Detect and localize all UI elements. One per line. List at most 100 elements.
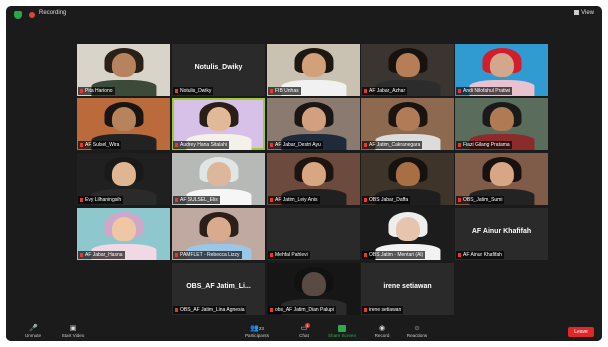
participant-display-name: OBS_AF Jatim_Li...: [186, 283, 251, 290]
participant-name-label: AF Sulsel_Wira: [78, 141, 122, 149]
participant-tile[interactable]: AF Jatim_Cakranegara: [361, 98, 454, 150]
muted-mic-icon: [175, 142, 178, 147]
participant-tile[interactable]: AF Jabar_Hasna: [77, 208, 170, 260]
participant-tile[interactable]: OBS Jabar_Daffa: [361, 153, 454, 205]
participant-name-label: PAMFLET - Rebecca Lizzy: [173, 251, 242, 259]
participant-face: [111, 162, 136, 187]
muted-mic-icon: [270, 252, 273, 257]
participant-name: Fiazi Gilang Pratama: [463, 142, 510, 148]
participant-name-label: Audrey Hana Sitalahi: [173, 141, 229, 149]
participant-name-label: Notulis_Dwiky: [173, 87, 214, 95]
record-icon: ◉: [378, 325, 386, 332]
unmute-label: Unmute: [24, 333, 42, 338]
participant-tile[interactable]: Fiazi Gilang Pratama: [455, 98, 548, 150]
participant-tile[interactable]: AF Ainur Khafifah AF Ainur Khafifah: [455, 208, 548, 260]
participant-face: [301, 107, 326, 132]
muted-mic-icon: [364, 88, 367, 93]
muted-mic-icon: [270, 197, 273, 202]
participant-tile[interactable]: FIB Unhas: [267, 44, 360, 96]
participant-face: [395, 162, 420, 187]
participant-tile[interactable]: OBS_Jatim_Sumi: [455, 153, 548, 205]
participant-tile[interactable]: Mehfal Pahlevi: [267, 208, 360, 260]
muted-mic-icon: [364, 307, 367, 312]
leave-button[interactable]: Leave: [568, 327, 594, 337]
participant-face: [206, 162, 231, 187]
participant-face: [395, 107, 420, 132]
participant-face: [395, 217, 420, 242]
participant-name: OBS_AF Jatim_Lina Agnesia: [180, 307, 245, 313]
participant-tile[interactable]: AF SULSEL_Elis: [172, 153, 265, 205]
muted-mic-icon: [364, 252, 367, 257]
participant-name-label: FIB Unhas: [268, 87, 301, 95]
participants-count: 23: [258, 326, 264, 331]
muted-mic-icon: [175, 252, 178, 257]
participant-tile[interactable]: Notulis_Dwiky Notulis_Dwiky: [172, 44, 265, 96]
participant-name: Andi Nilofahul Pratiwi: [463, 88, 511, 94]
participant-name-label: OBS_Jatim_Sumi: [456, 196, 505, 204]
muted-mic-icon: [458, 197, 461, 202]
muted-mic-icon: [458, 142, 461, 147]
participant-tile[interactable]: Audrey Hana Sitalahi: [172, 98, 265, 150]
participant-face: [489, 162, 514, 187]
participants-button[interactable]: 👥23 Participants: [240, 325, 274, 338]
participant-name-label: Andi Nilofahul Pratiwi: [456, 87, 513, 95]
start-video-button[interactable]: ▣ Start Video: [56, 325, 90, 338]
participant-name-label: AF Jabar_Destri Ayu: [268, 141, 323, 149]
participant-face: [489, 53, 514, 78]
participant-tile[interactable]: Evy Lilhaningsih: [77, 153, 170, 205]
muted-mic-icon: [80, 88, 83, 93]
unmute-button[interactable]: 🎤 Unmute: [18, 325, 48, 338]
grid-view-icon: [574, 10, 580, 15]
view-button[interactable]: View: [574, 10, 594, 16]
participant-name: Pita Hariono: [85, 88, 113, 94]
participant-name: PAMFLET - Rebecca Lizzy: [180, 252, 240, 258]
participant-name: OBS Jabar_Daffa: [369, 197, 409, 203]
participant-face: [301, 272, 326, 297]
participant-tile[interactable]: irene setiawan irene setiawan: [361, 263, 454, 315]
participant-tile[interactable]: AF Jabar_Azhar: [361, 44, 454, 96]
participant-name-label: irene setiawan: [362, 306, 404, 314]
video-camera-off-icon: ▣: [69, 325, 77, 332]
participant-name-label: OBS_AF Jatim_Lina Agnesia: [173, 306, 247, 314]
participant-tile[interactable]: Andi Nilofahul Pratiwi: [455, 44, 548, 96]
meeting-toolbar: 🎤 Unmute ▣ Start Video 👥23 Participants …: [6, 323, 602, 341]
participant-name-label: Fiazi Gilang Pratama: [456, 141, 512, 149]
chat-button[interactable]: ▭ 1 Chat: [294, 323, 314, 338]
participant-tile[interactable]: AF Jatim_Leiy Anis: [267, 153, 360, 205]
participant-face: [206, 107, 231, 132]
participant-tile[interactable]: OBS_AF Jatim_Li... OBS_AF Jatim_Lina Agne…: [172, 263, 265, 315]
reactions-label: Reactions: [406, 333, 428, 338]
reactions-button[interactable]: ☺ Reactions: [402, 325, 432, 338]
muted-mic-icon: [270, 88, 273, 93]
share-screen-button[interactable]: Share Screen: [324, 325, 360, 338]
chat-bubble-icon: ▭ 1: [300, 323, 310, 332]
participant-tile[interactable]: OBS Jatim - Mentari (Al): [361, 208, 454, 260]
participant-name: AF Jabar_Destri Ayu: [275, 142, 321, 148]
record-button[interactable]: ◉ Record: [370, 325, 394, 338]
share-screen-icon: [338, 325, 346, 332]
muted-mic-icon: [175, 307, 178, 312]
share-screen-label: Share Screen: [327, 333, 357, 338]
participant-name-label: AF Jatim_Cakranegara: [362, 141, 423, 149]
participant-name-label: OBS Jatim - Mentari (Al): [362, 251, 426, 259]
participant-name-label: AF Jabar_Azhar: [362, 87, 408, 95]
participant-tile[interactable]: obs_AF Jatim_Dian Palupi: [267, 263, 360, 315]
record-label: Record: [374, 333, 390, 338]
participant-tile[interactable]: AF Sulsel_Wira: [77, 98, 170, 150]
participant-name: AF Jabar_Azhar: [369, 88, 406, 94]
participant-tile[interactable]: Pita Hariono: [77, 44, 170, 96]
participant-name-label: Evy Lilhaningsih: [78, 196, 124, 204]
participant-tile[interactable]: PAMFLET - Rebecca Lizzy: [172, 208, 265, 260]
start-video-label: Start Video: [61, 333, 85, 338]
participant-tile[interactable]: AF Jabar_Destri Ayu: [267, 98, 360, 150]
participant-name: AF Jatim_Leiy Anis: [275, 197, 318, 203]
participant-name: Notulis_Dwiky: [180, 88, 212, 94]
participant-name: AF Ainur Khafifah: [463, 252, 502, 258]
participant-name: Evy Lilhaningsih: [85, 197, 122, 203]
muted-mic-icon: [364, 142, 367, 147]
muted-mic-icon: [270, 307, 273, 312]
muted-mic-icon: [175, 197, 178, 202]
participant-face: [206, 217, 231, 242]
participant-name-label: Pita Hariono: [78, 87, 115, 95]
security-shield-icon[interactable]: [14, 11, 22, 19]
